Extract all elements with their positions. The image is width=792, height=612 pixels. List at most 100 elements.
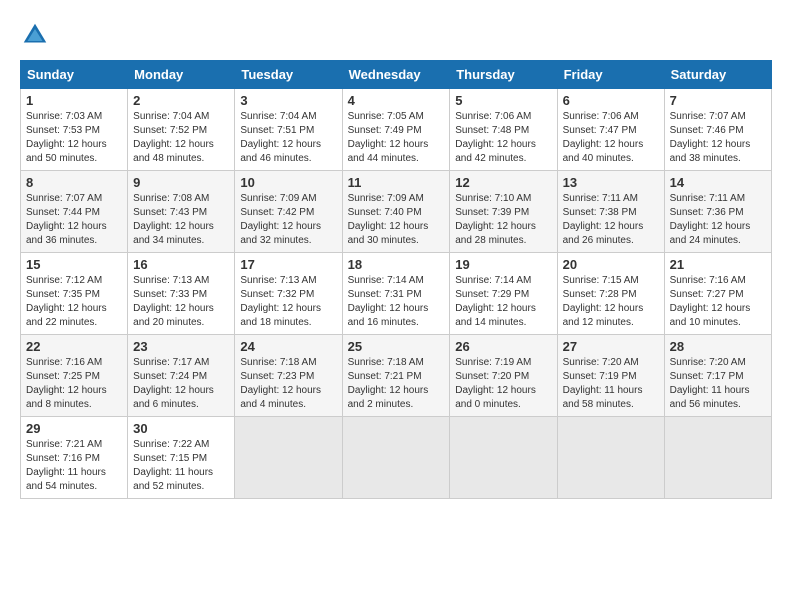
day-number: 17 [240, 257, 336, 272]
calendar-cell: 16 Sunrise: 7:13 AM Sunset: 7:33 PM Dayli… [128, 253, 235, 335]
calendar-header-friday: Friday [557, 61, 664, 89]
day-number: 8 [26, 175, 122, 190]
day-number: 18 [348, 257, 445, 272]
logo [20, 20, 54, 50]
day-info: Sunrise: 7:17 AM Sunset: 7:24 PM Dayligh… [133, 356, 229, 412]
day-number: 12 [455, 175, 551, 190]
day-info: Sunrise: 7:14 AM Sunset: 7:31 PM Dayligh… [348, 274, 445, 330]
day-info: Sunrise: 7:12 AM Sunset: 7:35 PM Dayligh… [26, 274, 122, 330]
calendar-header-row: SundayMondayTuesdayWednesdayThursdayFrid… [21, 61, 772, 89]
day-number: 19 [455, 257, 551, 272]
day-info: Sunrise: 7:15 AM Sunset: 7:28 PM Dayligh… [563, 274, 659, 330]
calendar-cell: 13 Sunrise: 7:11 AM Sunset: 7:38 PM Dayli… [557, 171, 664, 253]
calendar-cell: 17 Sunrise: 7:13 AM Sunset: 7:32 PM Dayli… [235, 253, 342, 335]
calendar-cell: 29Sunrise: 7:21 AM Sunset: 7:16 PM Dayli… [21, 417, 128, 499]
day-info: Sunrise: 7:09 AM Sunset: 7:42 PM Dayligh… [240, 192, 336, 248]
page-header [20, 20, 772, 50]
day-info: Sunrise: 7:11 AM Sunset: 7:36 PM Dayligh… [670, 192, 766, 248]
calendar-cell: 11 Sunrise: 7:09 AM Sunset: 7:40 PM Dayli… [342, 171, 450, 253]
calendar-header-sunday: Sunday [21, 61, 128, 89]
calendar-cell: 3Sunrise: 7:04 AM Sunset: 7:51 PM Daylig… [235, 89, 342, 171]
day-info: Sunrise: 7:09 AM Sunset: 7:40 PM Dayligh… [348, 192, 445, 248]
day-info: Sunrise: 7:04 AM Sunset: 7:52 PM Dayligh… [133, 110, 229, 166]
day-number: 30 [133, 421, 229, 436]
calendar-cell: 8 Sunrise: 7:07 AM Sunset: 7:44 PM Daylig… [21, 171, 128, 253]
calendar-cell: 21Sunrise: 7:16 AM Sunset: 7:27 PM Dayli… [664, 253, 771, 335]
calendar-cell: 27 Sunrise: 7:20 AM Sunset: 7:19 PM Dayli… [557, 335, 664, 417]
day-info: Sunrise: 7:20 AM Sunset: 7:19 PM Dayligh… [563, 356, 659, 412]
calendar-week-5: 29Sunrise: 7:21 AM Sunset: 7:16 PM Dayli… [21, 417, 772, 499]
calendar-week-4: 22 Sunrise: 7:16 AM Sunset: 7:25 PM Dayli… [21, 335, 772, 417]
calendar-week-3: 15 Sunrise: 7:12 AM Sunset: 7:35 PM Dayli… [21, 253, 772, 335]
calendar-cell: 20 Sunrise: 7:15 AM Sunset: 7:28 PM Dayli… [557, 253, 664, 335]
calendar-cell: 10 Sunrise: 7:09 AM Sunset: 7:42 PM Dayli… [235, 171, 342, 253]
day-number: 20 [563, 257, 659, 272]
day-number: 11 [348, 175, 445, 190]
day-number: 4 [348, 93, 445, 108]
day-info: Sunrise: 7:07 AM Sunset: 7:46 PM Dayligh… [670, 110, 766, 166]
day-info: Sunrise: 7:06 AM Sunset: 7:47 PM Dayligh… [563, 110, 659, 166]
logo-icon [20, 20, 50, 50]
day-info: Sunrise: 7:13 AM Sunset: 7:32 PM Dayligh… [240, 274, 336, 330]
day-info: Sunrise: 7:07 AM Sunset: 7:44 PM Dayligh… [26, 192, 122, 248]
day-number: 14 [670, 175, 766, 190]
calendar-header-monday: Monday [128, 61, 235, 89]
calendar-cell: 5Sunrise: 7:06 AM Sunset: 7:48 PM Daylig… [450, 89, 557, 171]
day-info: Sunrise: 7:03 AM Sunset: 7:53 PM Dayligh… [26, 110, 122, 166]
day-info: Sunrise: 7:10 AM Sunset: 7:39 PM Dayligh… [455, 192, 551, 248]
day-info: Sunrise: 7:16 AM Sunset: 7:25 PM Dayligh… [26, 356, 122, 412]
calendar-cell: 22 Sunrise: 7:16 AM Sunset: 7:25 PM Dayli… [21, 335, 128, 417]
day-info: Sunrise: 7:11 AM Sunset: 7:38 PM Dayligh… [563, 192, 659, 248]
day-number: 16 [133, 257, 229, 272]
day-number: 25 [348, 339, 445, 354]
day-info: Sunrise: 7:06 AM Sunset: 7:48 PM Dayligh… [455, 110, 551, 166]
day-number: 15 [26, 257, 122, 272]
day-info: Sunrise: 7:22 AM Sunset: 7:15 PM Dayligh… [133, 438, 229, 494]
calendar-cell [450, 417, 557, 499]
day-number: 24 [240, 339, 336, 354]
calendar-cell: 19Sunrise: 7:14 AM Sunset: 7:29 PM Dayli… [450, 253, 557, 335]
calendar-header-tuesday: Tuesday [235, 61, 342, 89]
day-info: Sunrise: 7:05 AM Sunset: 7:49 PM Dayligh… [348, 110, 445, 166]
day-info: Sunrise: 7:08 AM Sunset: 7:43 PM Dayligh… [133, 192, 229, 248]
day-number: 23 [133, 339, 229, 354]
calendar-cell [235, 417, 342, 499]
calendar-cell: 30 Sunrise: 7:22 AM Sunset: 7:15 PM Dayli… [128, 417, 235, 499]
day-number: 26 [455, 339, 551, 354]
day-number: 9 [133, 175, 229, 190]
calendar-cell: 23 Sunrise: 7:17 AM Sunset: 7:24 PM Dayli… [128, 335, 235, 417]
day-number: 13 [563, 175, 659, 190]
calendar-cell: 4 Sunrise: 7:05 AM Sunset: 7:49 PM Daylig… [342, 89, 450, 171]
calendar-header-thursday: Thursday [450, 61, 557, 89]
calendar-cell: 1 Sunrise: 7:03 AM Sunset: 7:53 PM Daylig… [21, 89, 128, 171]
calendar-cell: 14 Sunrise: 7:11 AM Sunset: 7:36 PM Dayli… [664, 171, 771, 253]
calendar-header-saturday: Saturday [664, 61, 771, 89]
day-number: 22 [26, 339, 122, 354]
day-info: Sunrise: 7:18 AM Sunset: 7:23 PM Dayligh… [240, 356, 336, 412]
calendar-cell: 12 Sunrise: 7:10 AM Sunset: 7:39 PM Dayli… [450, 171, 557, 253]
day-number: 7 [670, 93, 766, 108]
calendar-cell: 18 Sunrise: 7:14 AM Sunset: 7:31 PM Dayli… [342, 253, 450, 335]
calendar-cell: 7 Sunrise: 7:07 AM Sunset: 7:46 PM Daylig… [664, 89, 771, 171]
day-info: Sunrise: 7:20 AM Sunset: 7:17 PM Dayligh… [670, 356, 766, 412]
day-number: 28 [670, 339, 766, 354]
day-info: Sunrise: 7:16 AM Sunset: 7:27 PM Dayligh… [670, 274, 766, 330]
calendar-week-2: 8 Sunrise: 7:07 AM Sunset: 7:44 PM Daylig… [21, 171, 772, 253]
day-number: 29 [26, 421, 122, 436]
calendar-week-1: 1 Sunrise: 7:03 AM Sunset: 7:53 PM Daylig… [21, 89, 772, 171]
day-number: 2 [133, 93, 229, 108]
day-info: Sunrise: 7:13 AM Sunset: 7:33 PM Dayligh… [133, 274, 229, 330]
day-number: 6 [563, 93, 659, 108]
calendar-cell: 2 Sunrise: 7:04 AM Sunset: 7:52 PM Daylig… [128, 89, 235, 171]
calendar-cell: 6 Sunrise: 7:06 AM Sunset: 7:47 PM Daylig… [557, 89, 664, 171]
day-number: 3 [240, 93, 336, 108]
calendar-cell: 9 Sunrise: 7:08 AM Sunset: 7:43 PM Daylig… [128, 171, 235, 253]
calendar-cell [342, 417, 450, 499]
day-info: Sunrise: 7:18 AM Sunset: 7:21 PM Dayligh… [348, 356, 445, 412]
day-number: 10 [240, 175, 336, 190]
calendar-cell [557, 417, 664, 499]
day-number: 27 [563, 339, 659, 354]
calendar-table: SundayMondayTuesdayWednesdayThursdayFrid… [20, 60, 772, 499]
day-number: 1 [26, 93, 122, 108]
calendar-cell: 24 Sunrise: 7:18 AM Sunset: 7:23 PM Dayli… [235, 335, 342, 417]
